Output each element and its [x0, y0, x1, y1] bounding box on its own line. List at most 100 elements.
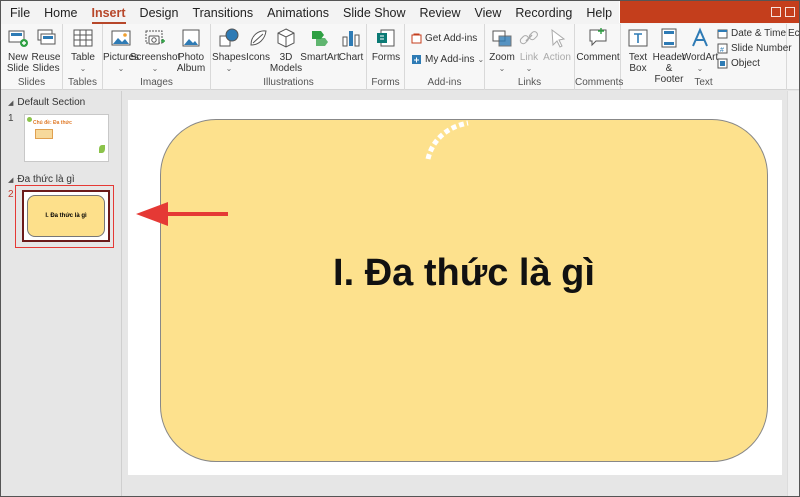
calendar-icon [717, 29, 728, 39]
section-default[interactable]: ◢ Default Section [8, 97, 85, 108]
object-icon [717, 58, 728, 69]
wordart-dropdown-icon: ⌄ [696, 64, 704, 73]
screenshot-label: Screenshot [129, 52, 181, 63]
accent-block-icon [785, 7, 795, 17]
wordart-icon [692, 27, 708, 47]
date-time-button[interactable]: Date & Time [717, 28, 786, 39]
tab-view[interactable]: View [475, 3, 502, 23]
pictures-icon [111, 30, 131, 46]
3d-models-label: 3D Models [269, 52, 303, 74]
tab-review[interactable]: Review [420, 3, 461, 23]
group-images: Pictures ⌄ Screenshot ⌄ Photo Album Imag… [103, 24, 211, 90]
equation-button-partial[interactable]: Ec [788, 28, 800, 39]
tab-design[interactable]: Design [140, 3, 179, 23]
group-label-links: Links [517, 77, 542, 88]
get-addins-button[interactable]: Get Add-ins [411, 33, 477, 44]
tab-transitions[interactable]: Transitions [192, 3, 253, 23]
text-box-label: Text Box [628, 52, 648, 74]
slide-2-thumbnail[interactable]: I. Đa thức là gì [22, 190, 110, 242]
zoom-dropdown-icon: ⌄ [498, 64, 506, 73]
shapes-button[interactable]: Shapes ⌄ [212, 27, 246, 74]
group-label-slides: Slides [17, 77, 46, 88]
slide-1-thumbnail[interactable]: Chủ đề: Đa thức [24, 114, 109, 162]
forms-label: Forms [371, 52, 401, 63]
forms-icon [377, 29, 395, 47]
tab-slide-show[interactable]: Slide Show [343, 3, 406, 23]
pictures-button[interactable]: Pictures ⌄ [103, 27, 139, 74]
my-addins-button[interactable]: My Add-ins ⌄ [411, 54, 484, 65]
icons-button[interactable]: Icons [245, 27, 271, 63]
tab-animations[interactable]: Animations [267, 3, 329, 23]
chart-button[interactable]: Chart [339, 27, 363, 63]
forms-button[interactable]: Forms [371, 27, 401, 63]
action-button[interactable]: Action [543, 27, 571, 63]
cube-icon [277, 28, 295, 48]
reuse-slides-button[interactable]: Reuse Slides [31, 27, 61, 74]
reuse-slides-label: Reuse Slides [31, 52, 61, 74]
link-icon [519, 31, 538, 45]
object-button[interactable]: Object [717, 58, 760, 69]
smartart-button[interactable]: SmartArt [300, 27, 340, 63]
group-label-images: Images [140, 77, 173, 88]
zoom-icon [492, 30, 512, 47]
section-da-thuc[interactable]: ◢ Đa thức là gì [8, 174, 75, 185]
link-dropdown-icon: ⌄ [525, 64, 533, 73]
annotation-arrow-icon [136, 202, 228, 226]
group-label-comments: Comments [575, 77, 624, 88]
chart-label: Chart [338, 52, 364, 63]
my-addins-label: My Add-ins [425, 54, 475, 65]
tab-insert[interactable]: Insert [91, 3, 126, 25]
shapes-label: Shapes [212, 52, 246, 63]
comment-icon [589, 28, 607, 47]
photo-album-icon [182, 29, 200, 47]
screenshot-button[interactable]: Screenshot ⌄ [130, 27, 180, 74]
action-icon [551, 28, 566, 48]
slide-thumbnails-pane: ◢ Default Section 1 Chủ đề: Đa thức ◢ Đa t… [1, 91, 122, 496]
chart-icon [342, 31, 360, 47]
group-forms: Forms Forms [367, 24, 405, 90]
group-addins: Get Add-ins My Add-ins ⌄ Add-ins [405, 24, 485, 90]
shapes-dropdown-icon: ⌄ [225, 64, 233, 73]
group-tables: Table ⌄ Tables [63, 24, 103, 90]
link-button[interactable]: Link ⌄ [517, 27, 541, 74]
slide-title-text[interactable]: I. Đa thức là gì [160, 252, 768, 295]
comment-button[interactable]: Comment [576, 27, 620, 63]
slide-1-thumb-title: Chủ đề: Đa thức [33, 120, 72, 126]
new-slide-icon [8, 30, 28, 47]
photo-album-button[interactable]: Photo Album [175, 27, 207, 74]
slide-2-thumb-title: I. Đa thức là gì [27, 195, 105, 237]
group-label-text: Text [694, 77, 713, 88]
table-button[interactable]: Table ⌄ [71, 27, 95, 74]
collapse-triangle-icon: ◢ [8, 100, 14, 107]
tab-recording[interactable]: Recording [515, 3, 572, 23]
text-box-button[interactable]: Text Box [625, 27, 651, 74]
screenshot-dropdown-icon: ⌄ [151, 64, 159, 73]
table-icon [73, 29, 93, 47]
reuse-slides-icon [37, 29, 56, 45]
new-slide-label: New Slide [6, 52, 30, 74]
shapes-icon [219, 28, 239, 47]
smartart-icon [312, 31, 328, 46]
tab-help[interactable]: Help [586, 3, 612, 23]
new-slide-button[interactable]: New Slide [6, 27, 30, 74]
group-label-illustrations: Illustrations [263, 77, 314, 88]
ribbon-tab-bar: File Home Insert Design Transitions Anim… [1, 1, 799, 25]
my-addins-icon [412, 55, 421, 64]
ribbon: New Slide Reuse Slides Slides Table ⌄ Ta… [1, 24, 800, 90]
table-label: Table [71, 52, 95, 63]
slide-number-button[interactable]: # Slide Number [717, 43, 792, 54]
text-box-icon [628, 29, 648, 47]
header-footer-icon [661, 28, 677, 48]
vertical-scrollbar[interactable] [787, 91, 799, 496]
slide-1-number: 1 [8, 113, 14, 124]
tab-home[interactable]: Home [44, 3, 77, 23]
wordart-button[interactable]: WordArt ⌄ [682, 27, 718, 74]
group-label-addins: Add-ins [427, 77, 462, 88]
group-illustrations: Shapes ⌄ Icons 3D Models ⌄ SmartArt Char… [211, 24, 367, 90]
zoom-button[interactable]: Zoom ⌄ [488, 27, 516, 74]
slide-1-thumb-box [35, 129, 53, 139]
leaf-decoration-icon [99, 145, 105, 153]
group-label-forms: Forms [371, 77, 400, 88]
tab-file[interactable]: File [10, 3, 30, 23]
group-text: Text Box Header & Footer WordArt ⌄ Date … [621, 24, 792, 90]
